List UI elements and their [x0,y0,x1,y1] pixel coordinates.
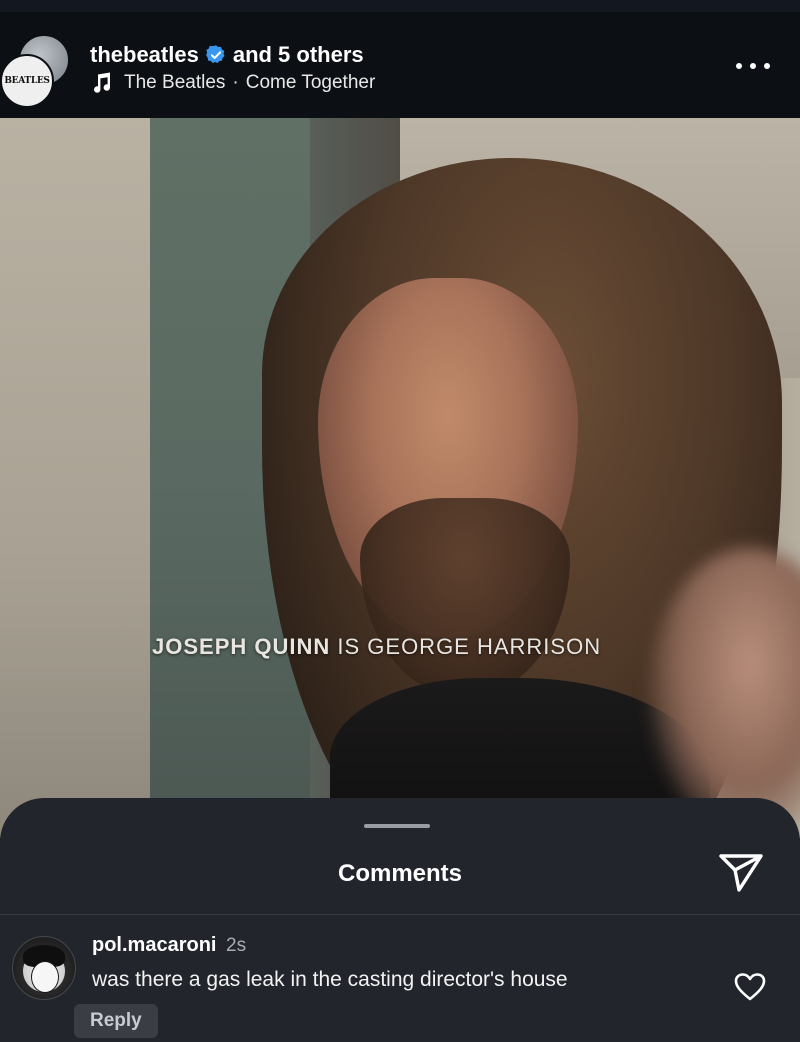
poster-names[interactable]: thebeatles and 5 others [90,42,364,68]
comment-text: was there a gas leak in the casting dire… [92,968,568,991]
caption-role: IS GEORGE HARRISON [330,634,602,659]
audio-track: Come Together [245,72,376,93]
reply-button[interactable]: Reply [74,1004,158,1038]
avatar-face-shape [31,961,59,993]
caption-actor-name: JOSEPH QUINN [152,634,331,659]
status-strip [0,0,800,12]
account-avatar[interactable]: BEATLES [0,54,54,108]
username-link[interactable]: thebeatles [90,42,199,68]
post-header: BEATLES thebeatles and 5 others The Beat… [0,0,800,118]
reel-screen: BEATLES thebeatles and 5 others The Beat… [0,0,800,1042]
more-dot-icon [736,63,742,69]
collaborators-link[interactable]: and 5 others [233,42,364,68]
more-dot-icon [750,63,756,69]
comment-timestamp: 2s [226,935,247,956]
commenter-avatar[interactable] [12,936,76,1000]
comments-sheet: Comments pol.macaroni 2s was there a gas… [0,798,800,1042]
background-wall [0,118,150,838]
avatar-stack[interactable]: BEATLES [0,34,72,108]
sheet-divider [0,914,800,915]
comment-item: pol.macaroni 2s was there a gas leak in … [0,934,800,1042]
audio-artist: The Beatles [124,72,226,93]
video-caption: JOSEPH QUINN IS GEORGE HARRISON [0,634,800,660]
verified-badge-icon [205,45,225,64]
video-frame[interactable]: JOSEPH QUINN IS GEORGE HARRISON [0,118,800,838]
more-dot-icon [764,63,770,69]
audio-attribution[interactable]: The Beatles · Come Together [92,72,375,94]
sheet-drag-handle[interactable] [364,824,430,828]
comments-title: Comments [337,860,463,887]
music-note-icon [94,72,110,93]
heart-outline-icon[interactable] [734,972,766,1002]
comment-meta: pol.macaroni 2s [92,934,246,957]
paper-plane-icon[interactable] [718,852,764,894]
commenter-username[interactable]: pol.macaroni [92,934,216,956]
audio-separator: · [232,72,239,93]
more-options-button[interactable] [736,58,770,74]
avatar-logo-text: BEATLES [4,76,50,86]
